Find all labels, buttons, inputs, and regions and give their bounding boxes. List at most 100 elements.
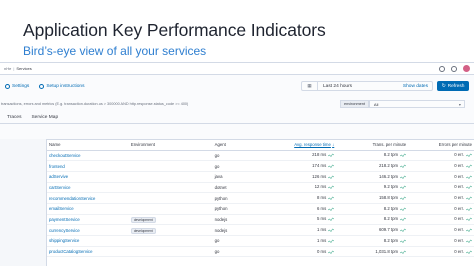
environment-select[interactable]: All ▾ xyxy=(368,100,465,108)
sparkline-icon xyxy=(400,175,407,179)
transactions-per-minute-cell-text: 218.2 tpm xyxy=(378,163,399,169)
errors-per-minute-cell-text: 0 err. xyxy=(454,216,464,222)
transactions-per-minute-cell: 8.2 tpm xyxy=(336,235,409,247)
table-row[interactable]: emailService python 6 ms 8.2 tpm 0 err. xyxy=(47,203,474,215)
filter-row: transactions, errors and metrics (E.g. t… xyxy=(0,97,474,111)
sparkline-icon xyxy=(328,164,335,169)
table-row[interactable]: cartService dotnet 12 ms 9.2 tpm 0 err. xyxy=(47,182,474,194)
calendar-icon[interactable]: ▦ xyxy=(302,82,318,90)
table-row[interactable]: recommendationService python 8 ms 158.8 tpm… xyxy=(47,192,474,204)
errors-per-minute-cell-text: 0 err. xyxy=(454,163,464,169)
avg-response-time-cell: 8 ms xyxy=(256,192,337,204)
transactions-per-minute-cell: 158.8 tpm xyxy=(336,192,409,204)
breadcrumb-item-services[interactable]: Services xyxy=(16,66,31,71)
settings-link[interactable]: Settings xyxy=(5,83,29,89)
service-name-link[interactable]: cartService xyxy=(47,182,129,194)
errors-per-minute-cell-text: 0 err. xyxy=(454,173,464,179)
table-row[interactable]: paymentService development nodejs 5 ms 8.2 t… xyxy=(47,214,474,226)
sparkline-icon xyxy=(466,250,472,254)
errors-per-minute-cell: 0 err. xyxy=(408,203,474,215)
service-name-link-text: shippingService xyxy=(49,238,80,244)
gear-icon xyxy=(39,83,45,89)
avg-response-time-cell-text: 5 ms xyxy=(316,216,327,222)
sparkline-icon xyxy=(328,239,335,243)
avg-response-time-label: Avg. response time xyxy=(294,142,331,148)
service-name-link-text: adServive xyxy=(49,174,69,180)
service-name-link[interactable]: checkoutService xyxy=(47,150,129,162)
agent-cell: go xyxy=(212,246,257,258)
avg-response-time-cell-text: 1 ms xyxy=(316,237,327,243)
show-dates-link[interactable]: Show dates xyxy=(403,84,432,89)
errors-per-minute-cell-text: 0 err. xyxy=(454,237,464,243)
column-header-avg-response-time[interactable]: Avg. response time ↓ xyxy=(256,140,337,151)
sparkline-icon xyxy=(400,207,407,211)
environment-cell xyxy=(128,160,213,172)
sparkline-icon xyxy=(466,196,472,201)
sparkline-icon xyxy=(328,250,335,254)
environment-cell xyxy=(128,171,213,183)
service-name-link[interactable]: productCatalogService xyxy=(47,246,129,258)
transactions-per-minute-cell-text: 8.2 tpm xyxy=(383,152,399,158)
sparkline-icon xyxy=(466,207,472,211)
tab-traces[interactable]: Traces xyxy=(7,115,21,123)
sparkline-icon xyxy=(466,153,472,158)
service-name-link[interactable]: adServive xyxy=(47,171,129,183)
errors-per-minute-cell: 0 err. xyxy=(408,224,474,236)
tab-service-map[interactable]: Service Map xyxy=(31,115,58,123)
environment-cell xyxy=(128,246,213,258)
toolbar: Settings Setup instructions ▦ Last 24 ho… xyxy=(0,75,474,97)
column-header-name[interactable]: Name xyxy=(47,140,129,151)
table-row[interactable]: checkoutService go 218 ms 8.2 tpm 0 err. xyxy=(47,150,474,162)
avatar[interactable] xyxy=(463,65,470,72)
environment-cell xyxy=(128,150,213,162)
avg-response-time-cell-text: 218 ms xyxy=(312,152,327,158)
sparkline-icon xyxy=(466,175,472,179)
service-name-link[interactable]: frontend xyxy=(47,160,129,172)
service-name-link[interactable]: emailService xyxy=(47,203,129,215)
date-picker[interactable]: ▦ Last 24 hours Show dates xyxy=(301,81,433,91)
table-row[interactable]: frontend go 174 ms 218.2 tpm 0 err. xyxy=(47,160,474,172)
sparkline-icon xyxy=(466,228,472,233)
help-icon[interactable] xyxy=(439,65,445,72)
service-name-link[interactable]: paymentService xyxy=(47,214,129,226)
service-name-link[interactable]: recommendationService xyxy=(47,192,129,204)
environment-badge: development xyxy=(130,227,156,234)
refresh-button[interactable]: ↻ Refresh xyxy=(437,81,469,91)
transactions-per-minute-cell: 8.2 tpm xyxy=(336,150,409,162)
services-table: Name Environment Agent Avg. response tim… xyxy=(47,140,474,258)
environment-cell xyxy=(128,203,213,215)
agent-cell: nodejs xyxy=(212,214,257,226)
table-row[interactable]: currencyService development nodejs 1 ms 609.… xyxy=(47,224,474,236)
service-name-link[interactable]: shippingService xyxy=(47,235,129,247)
table-row[interactable]: adServive java 126 ms 146.2 tpm 0 err. xyxy=(47,171,474,183)
table-header-row: Name Environment Agent Avg. response tim… xyxy=(47,140,474,151)
tab-bar: Traces Service Map xyxy=(0,111,474,124)
search-input[interactable]: transactions, errors and metrics (E.g. t… xyxy=(0,100,340,109)
refresh-icon: ↻ xyxy=(441,83,446,89)
settings-icon[interactable] xyxy=(451,65,457,72)
avg-response-time-cell: 1 ms xyxy=(256,224,337,236)
service-name-link[interactable]: currencyService xyxy=(47,224,129,236)
environment-badge: development xyxy=(130,216,156,223)
agent-cell-text: go xyxy=(214,238,220,244)
service-name-link-text: checkoutService xyxy=(49,152,81,158)
transactions-per-minute-cell-text: 8.2 tpm xyxy=(383,205,399,211)
column-header-errors-per-minute[interactable]: Errors per minute xyxy=(408,140,474,151)
services-table-panel: Name Environment Agent Avg. response tim… xyxy=(46,139,474,266)
avg-response-time-cell: 5 ms xyxy=(256,214,337,226)
agent-cell-text: python xyxy=(214,195,228,201)
sparkline-icon xyxy=(328,218,335,222)
table-row[interactable]: productCatalogService go 0 ms 1,031.8 tpm 0 … xyxy=(47,246,474,258)
sparkline-icon xyxy=(328,175,335,179)
agent-cell: go xyxy=(212,235,257,247)
column-header-environment[interactable]: Environment xyxy=(128,140,213,151)
table-row[interactable]: shippingService go 1 ms 8.2 tpm 0 err. xyxy=(47,235,474,247)
environment-value: All xyxy=(373,101,379,107)
transactions-per-minute-cell-text: 9.2 tpm xyxy=(383,184,399,190)
service-name-link-text: productCatalogService xyxy=(49,249,93,255)
transactions-per-minute-cell-text: 146.2 tpm xyxy=(378,173,399,179)
setup-instructions-link[interactable]: Setup instructions xyxy=(39,83,84,89)
breadcrumb-item-app[interactable]: nHe xyxy=(4,66,11,71)
column-header-transactions-per-minute[interactable]: Trans. per minute xyxy=(336,140,409,151)
column-header-agent[interactable]: Agent xyxy=(212,140,257,151)
